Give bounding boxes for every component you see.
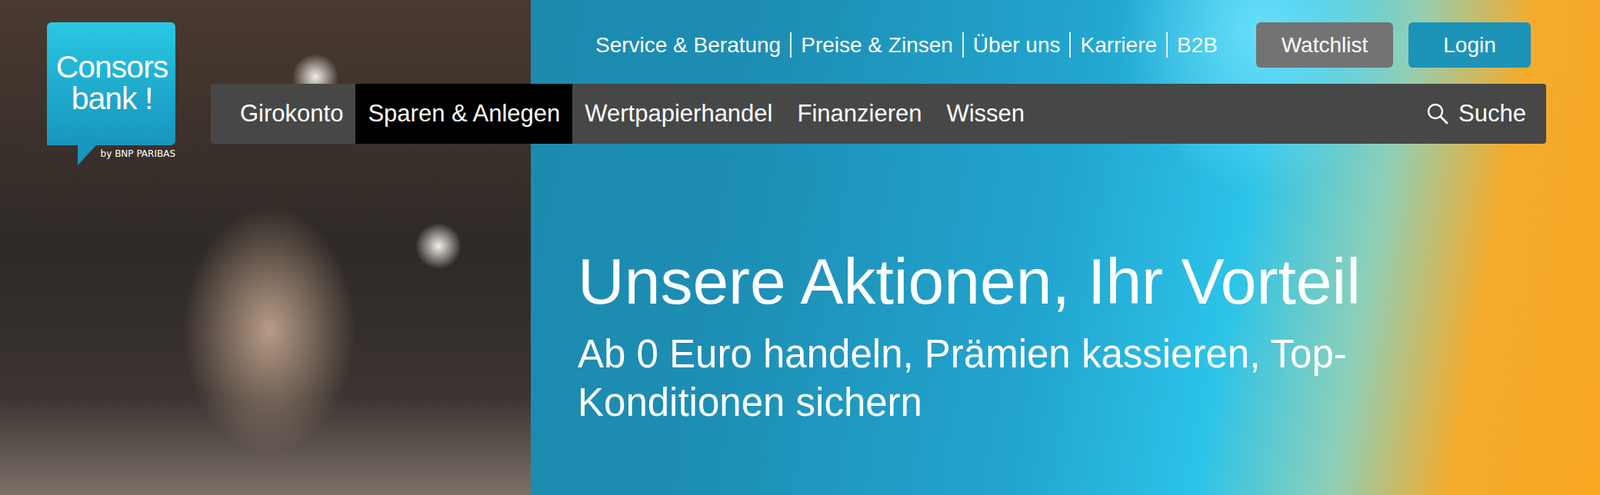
logo-text: bank ! (71, 83, 154, 115)
logo-text: Consors (56, 51, 169, 84)
search-label: Suche (1458, 100, 1527, 128)
primary-button[interactable]: Login (1408, 22, 1531, 68)
nav-item[interactable]: Finanzieren (784, 83, 934, 144)
main-nav: GirokontoSparen & AnlegenWertpapierhande… (210, 83, 1547, 144)
hero-content: Unsere Aktionen, Ihr Vorteil Ab 0 Euro h… (530, 0, 1600, 495)
hero-banner: Unsere Aktionen, Ihr Vorteil Ab 0 Euro h… (0, 0, 1600, 495)
top-bar: Service & BeratungPreise & ZinsenÜber un… (210, 22, 1547, 68)
top-link[interactable]: Über uns (962, 32, 1070, 59)
logo-tail-icon (77, 145, 97, 166)
page: Unsere Aktionen, Ihr Vorteil Ab 0 Euro h… (0, 0, 1600, 495)
logo-box[interactable]: Consors bank ! (46, 22, 176, 146)
top-link[interactable]: B2B (1166, 32, 1227, 59)
nav-item[interactable]: Wertpapierhandel (572, 83, 785, 144)
logo-tagline: by BNP PARIBAS (100, 148, 176, 160)
nav-item[interactable]: Sparen & Anlegen (355, 83, 573, 144)
site-header: Consors bank ! by BNP PARIBAS Service & … (0, 0, 1600, 160)
magnifier-icon (1426, 102, 1450, 126)
nav-item[interactable]: Wissen (933, 83, 1037, 144)
hero-subtitle: Ab 0 Euro handeln, Prämien kassieren, To… (577, 330, 1440, 427)
top-link[interactable]: Service & Beratung (586, 32, 790, 59)
secondary-button[interactable]: Watchlist (1256, 22, 1394, 68)
logo[interactable]: Consors bank ! by BNP PARIBAS (44, 22, 176, 160)
hero-title: Unsere Aktionen, Ihr Vorteil (577, 243, 1600, 321)
top-link[interactable]: Karriere (1069, 32, 1167, 59)
top-links: Service & BeratungPreise & ZinsenÜber un… (586, 32, 1227, 59)
search-button[interactable]: Suche (1413, 83, 1547, 144)
nav-item[interactable]: Girokonto (227, 83, 356, 144)
top-link[interactable]: Preise & Zinsen (790, 32, 963, 59)
header-main: Service & BeratungPreise & ZinsenÜber un… (210, 0, 1547, 144)
